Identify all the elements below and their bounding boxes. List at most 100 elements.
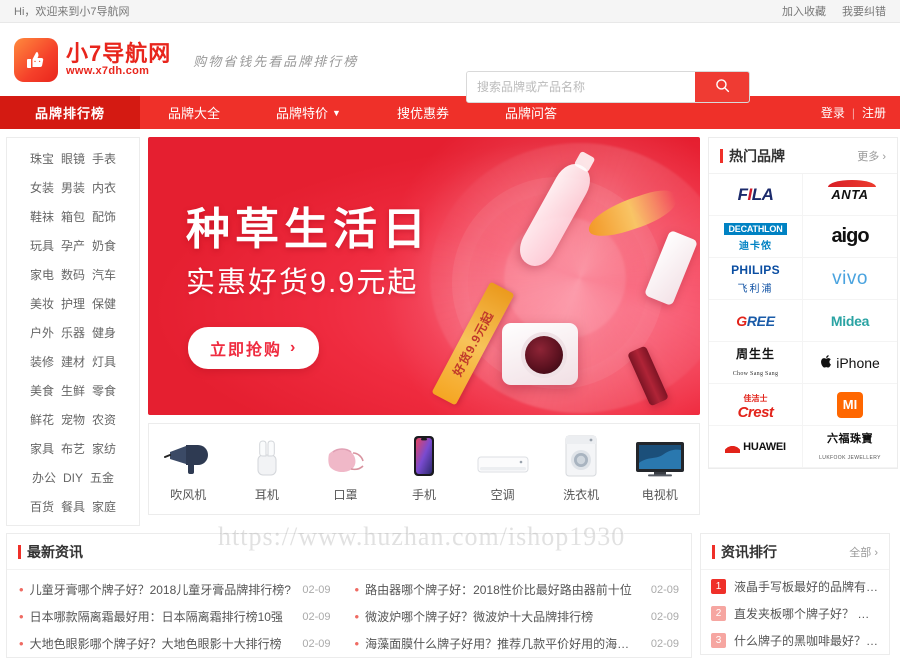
news-title[interactable]: 海藻面膜什么牌子好用？推荐几款平价好用的海藻面膜 <box>365 635 641 652</box>
sidebar-link[interactable]: 男装 <box>61 179 85 196</box>
sidebar-link[interactable]: 乐器 <box>61 324 85 341</box>
sidebar-link[interactable]: 珠宝 <box>30 150 54 167</box>
sidebar-item-furniture-textiles[interactable]: 家具 布艺 家纺 <box>7 434 139 463</box>
banner-cta-button[interactable]: 立即抢购 › <box>188 327 320 369</box>
sidebar-link[interactable]: 箱包 <box>61 208 85 225</box>
sidebar-link[interactable]: 玩具 <box>30 237 54 254</box>
sidebar-item-toys-maternity[interactable]: 玩具 孕产 奶食 <box>7 231 139 260</box>
sidebar-item-beauty-health[interactable]: 美妆 护理 保健 <box>7 289 139 318</box>
news-item[interactable]: • 微波炉哪个牌子好？微波炉十大品牌排行榜 02-09 <box>355 603 679 630</box>
sidebar-link[interactable]: 宠物 <box>61 411 85 428</box>
sidebar-link[interactable]: 零食 <box>92 382 116 399</box>
sidebar-link[interactable]: 家纺 <box>92 440 116 457</box>
news-item[interactable]: • 儿童牙膏哪个牌子好？2018儿童牙膏品牌排行榜? 02-09 <box>19 576 331 603</box>
sidebar-item-shoes-bags[interactable]: 鞋袜 箱包 配饰 <box>7 202 139 231</box>
sidebar-link[interactable]: 孕产 <box>61 237 85 254</box>
sidebar-link[interactable]: 美食 <box>30 382 54 399</box>
sidebar-link[interactable]: 餐具 <box>61 498 85 515</box>
sidebar-link[interactable]: 办公 <box>32 469 56 486</box>
login-link[interactable]: 登录 <box>821 104 845 121</box>
site-logo[interactable]: 小7导航网 www.x7dh.com <box>14 37 171 82</box>
brand-item-vivo[interactable]: vivo <box>803 258 897 300</box>
register-link[interactable]: 注册 <box>862 104 886 121</box>
news-item[interactable]: • 路由器哪个牌子好：2018性价比最好路由器前十位 02-09 <box>355 576 679 603</box>
sidebar-link[interactable]: 女装 <box>30 179 54 196</box>
ranking-title[interactable]: 直发夹板哪个牌子好？ 直发夹板... <box>734 605 879 622</box>
sidebar-item-renovation[interactable]: 装修 建材 灯具 <box>7 347 139 376</box>
category-item-television[interactable]: 电视机 <box>620 435 699 503</box>
sidebar-link[interactable]: 家具 <box>30 440 54 457</box>
category-item-hairdryer[interactable]: 吹风机 <box>149 435 228 503</box>
news-ranking-more-link[interactable]: 全部 › <box>849 544 878 560</box>
sidebar-link[interactable]: 数码 <box>61 266 85 283</box>
nav-item-brand-directory[interactable]: 品牌大全 <box>140 96 248 129</box>
news-title[interactable]: 路由器哪个牌子好：2018性价比最好路由器前十位 <box>365 581 641 598</box>
brand-item-gree[interactable]: GREE <box>709 300 803 342</box>
category-item-face-mask[interactable]: 口罩 <box>306 435 385 503</box>
news-item[interactable]: • 大地色眼影哪个牌子好？大地色眼影十大排行榜 02-09 <box>19 630 331 657</box>
sidebar-link[interactable]: 户外 <box>30 324 54 341</box>
report-error-link[interactable]: 我要纠错 <box>842 3 886 19</box>
sidebar-item-food[interactable]: 美食 生鲜 零食 <box>7 376 139 405</box>
brand-item-crest[interactable]: 佳洁士 Crest <box>709 384 803 426</box>
ranking-title[interactable]: 什么牌子的黑咖啡最好？黑咖啡品... <box>734 632 879 649</box>
sidebar-item-outdoor-fitness[interactable]: 户外 乐器 健身 <box>7 318 139 347</box>
sidebar-link[interactable]: 家电 <box>30 266 54 283</box>
news-title[interactable]: 微波炉哪个牌子好？微波炉十大品牌排行榜 <box>365 608 641 625</box>
sidebar-link[interactable]: 布艺 <box>61 440 85 457</box>
news-title[interactable]: 日本哪款隔离霜最好用：日本隔离霜排行榜10强 <box>30 608 293 625</box>
ranking-item[interactable]: 1 液晶手写板最好的品牌有哪些？液... <box>711 573 879 600</box>
sidebar-link[interactable]: 装修 <box>30 353 54 370</box>
sidebar-link[interactable]: 汽车 <box>92 266 116 283</box>
sidebar-item-flowers-pets[interactable]: 鲜花 宠物 农资 <box>7 405 139 434</box>
sidebar-link[interactable]: 家庭 <box>92 498 116 515</box>
sidebar-link[interactable]: 配饰 <box>92 208 116 225</box>
sidebar-link[interactable]: 鲜花 <box>30 411 54 428</box>
sidebar-link[interactable]: 奶食 <box>92 237 116 254</box>
brand-item-xiaomi[interactable]: MI <box>803 384 897 426</box>
category-item-smartphone[interactable]: 手机 <box>385 435 464 503</box>
promo-banner[interactable]: 好货9.9元起 种草生活日 实惠好货9.9元起 立即抢购 › <box>148 137 700 415</box>
category-item-air-conditioner[interactable]: 空调 <box>463 435 542 503</box>
category-item-earbuds[interactable]: 耳机 <box>228 435 307 503</box>
nav-item-brand-ranking[interactable]: 品牌排行榜 <box>0 96 140 129</box>
category-item-washing-machine[interactable]: 洗衣机 <box>542 435 621 503</box>
sidebar-link[interactable]: 健身 <box>92 324 116 341</box>
sidebar-link[interactable]: DIY <box>63 471 83 485</box>
sidebar-link[interactable]: 护理 <box>61 295 85 312</box>
sidebar-link[interactable]: 农资 <box>92 411 116 428</box>
news-title[interactable]: 大地色眼影哪个牌子好？大地色眼影十大排行榜 <box>30 635 293 652</box>
hot-brands-more-link[interactable]: 更多 › <box>857 148 886 164</box>
sidebar-link[interactable]: 手表 <box>92 150 116 167</box>
sidebar-item-clothing[interactable]: 女装 男装 内衣 <box>7 173 139 202</box>
brand-item-huawei[interactable]: HUAWEI <box>709 426 803 468</box>
news-item[interactable]: • 日本哪款隔离霜最好用：日本隔离霜排行榜10强 02-09 <box>19 603 331 630</box>
ranking-item[interactable]: 3 什么牌子的黑咖啡最好？黑咖啡品... <box>711 627 879 654</box>
sidebar-link[interactable]: 鞋袜 <box>30 208 54 225</box>
search-button[interactable] <box>695 72 749 102</box>
sidebar-link[interactable]: 眼镜 <box>61 150 85 167</box>
brand-item-decathlon[interactable]: DECATHLON 迪卡侬 <box>709 216 803 258</box>
sidebar-item-general-household[interactable]: 百货 餐具 家庭 <box>7 492 139 521</box>
sidebar-link[interactable]: 保健 <box>92 295 116 312</box>
sidebar-link[interactable]: 建材 <box>61 353 85 370</box>
news-item[interactable]: • 海藻面膜什么牌子好用？推荐几款平价好用的海藻面膜 02-09 <box>355 630 679 657</box>
ranking-item[interactable]: 2 直发夹板哪个牌子好？ 直发夹板... <box>711 600 879 627</box>
brand-item-iphone[interactable]: iPhone <box>803 342 897 384</box>
sidebar-link[interactable]: 生鲜 <box>61 382 85 399</box>
sidebar-item-office-diy[interactable]: 办公 DIY 五金 <box>7 463 139 492</box>
brand-item-lukfook[interactable]: 六福珠寶 LUKFOOK JEWELLERY <box>803 426 897 468</box>
nav-item-brand-deals[interactable]: 品牌特价 ▼ <box>248 96 369 129</box>
news-title[interactable]: 儿童牙膏哪个牌子好？2018儿童牙膏品牌排行榜? <box>30 581 293 598</box>
brand-item-anta[interactable]: ANTA <box>803 174 897 216</box>
sidebar-link[interactable]: 百货 <box>30 498 54 515</box>
brand-item-fila[interactable]: FILA <box>709 174 803 216</box>
sidebar-link[interactable]: 美妆 <box>30 295 54 312</box>
ranking-title[interactable]: 液晶手写板最好的品牌有哪些？液... <box>734 578 879 595</box>
sidebar-item-jewelry[interactable]: 珠宝 眼镜 手表 <box>7 144 139 173</box>
brand-item-chow-sang-sang[interactable]: 周生生 Chow Sang Sang <box>709 342 803 384</box>
add-favorite-link[interactable]: 加入收藏 <box>782 3 826 19</box>
brand-item-aigo[interactable]: aigo <box>803 216 897 258</box>
brand-item-midea[interactable]: Midea <box>803 300 897 342</box>
sidebar-item-appliances-digital[interactable]: 家电 数码 汽车 <box>7 260 139 289</box>
